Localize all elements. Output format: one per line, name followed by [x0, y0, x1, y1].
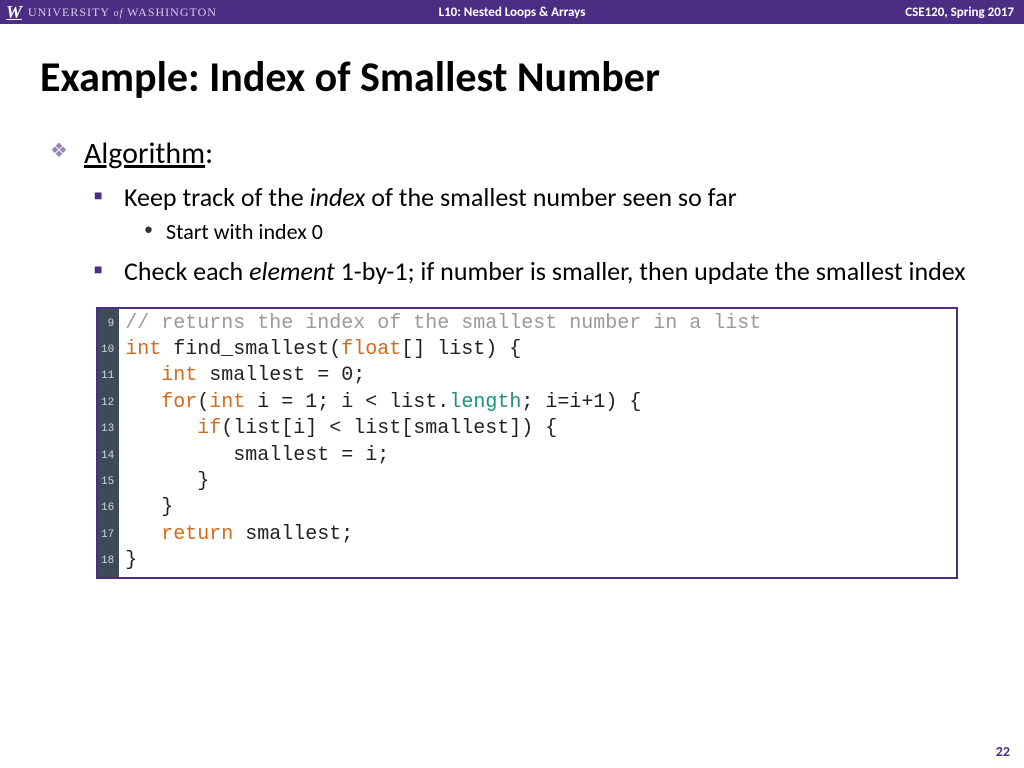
code-block: 9 10 11 12 13 14 15 16 17 18 // returns …: [96, 307, 958, 579]
bullet-list: Algorithm: Keep track of the index of th…: [40, 135, 984, 289]
bullet-start-index: Start with index 0: [124, 218, 984, 247]
algorithm-label: Algorithm: [84, 135, 205, 172]
course-label: CSE120, Spring 2017: [905, 5, 1024, 20]
page-title: Example: Index of Smallest Number: [40, 52, 984, 103]
bullet-check-each: Check each element 1-by-1; if number is …: [84, 255, 984, 289]
w-icon: W: [6, 2, 22, 23]
page-number: 22: [996, 743, 1010, 760]
algorithm-bullet: Algorithm: Keep track of the index of th…: [40, 135, 984, 289]
slide-body: Example: Index of Smallest Number Algori…: [0, 24, 1024, 579]
code-content: // returns the index of the smallest num…: [119, 309, 767, 577]
university-text: UNIVERSITY of WASHINGTON: [28, 5, 217, 20]
line-number-gutter: 9 10 11 12 13 14 15 16 17 18: [98, 309, 119, 577]
uw-logo: W UNIVERSITY of WASHINGTON: [0, 2, 217, 23]
header-bar: W UNIVERSITY of WASHINGTON L10: Nested L…: [0, 0, 1024, 24]
lecture-title: L10: Nested Loops & Arrays: [439, 5, 586, 20]
bullet-keep-track: Keep track of the index of the smallest …: [84, 181, 984, 247]
